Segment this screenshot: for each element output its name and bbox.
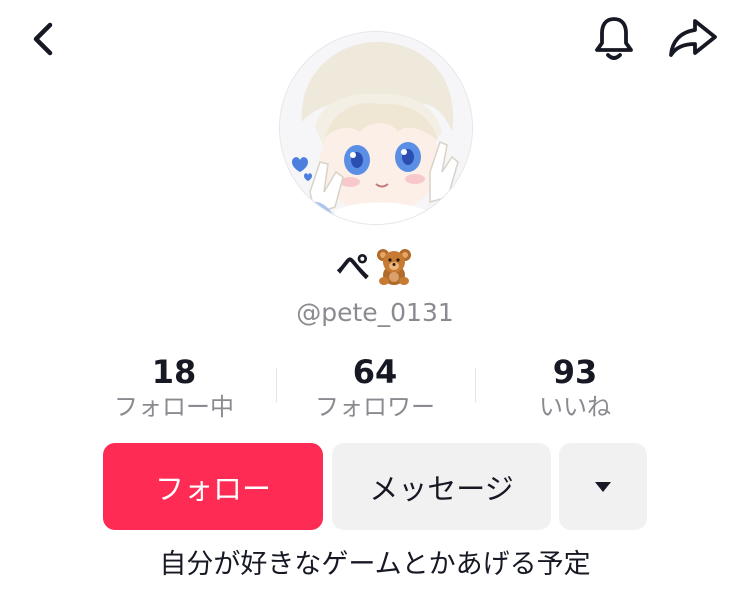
bell-icon bbox=[595, 17, 633, 60]
profile-name-row: ぺ bbox=[0, 246, 750, 290]
back-button[interactable] bbox=[18, 14, 68, 64]
chevron-left-icon bbox=[33, 22, 53, 56]
display-name: ぺ bbox=[336, 248, 370, 288]
notification-bell-button[interactable] bbox=[588, 12, 640, 64]
avatar[interactable] bbox=[279, 31, 473, 225]
stat-label: いいね bbox=[539, 393, 611, 421]
stat-following[interactable]: 18 フォロー中 bbox=[74, 352, 274, 422]
stat-label: フォロー中 bbox=[114, 393, 234, 421]
avatar-illustration bbox=[280, 32, 472, 224]
stat-value: 93 bbox=[552, 353, 598, 391]
share-arrow-icon bbox=[669, 19, 717, 57]
stat-label: フォロワー bbox=[315, 393, 435, 421]
message-button[interactable]: メッセージ bbox=[332, 443, 551, 530]
profile-bio: 自分が好きなゲームとかあげる予定 bbox=[159, 549, 591, 580]
stat-value: 18 bbox=[151, 353, 197, 391]
stat-value: 64 bbox=[352, 353, 398, 391]
stat-likes[interactable]: 93 いいね bbox=[475, 352, 675, 422]
share-button[interactable] bbox=[664, 12, 722, 64]
teddy-bear-emoji bbox=[374, 246, 414, 290]
follow-button[interactable]: フォロー bbox=[103, 443, 323, 530]
more-options-button[interactable] bbox=[559, 443, 647, 530]
username-handle: @pete_0131 bbox=[296, 298, 454, 327]
caret-down-icon bbox=[595, 481, 611, 492]
stat-followers[interactable]: 64 フォロワー bbox=[275, 352, 475, 422]
